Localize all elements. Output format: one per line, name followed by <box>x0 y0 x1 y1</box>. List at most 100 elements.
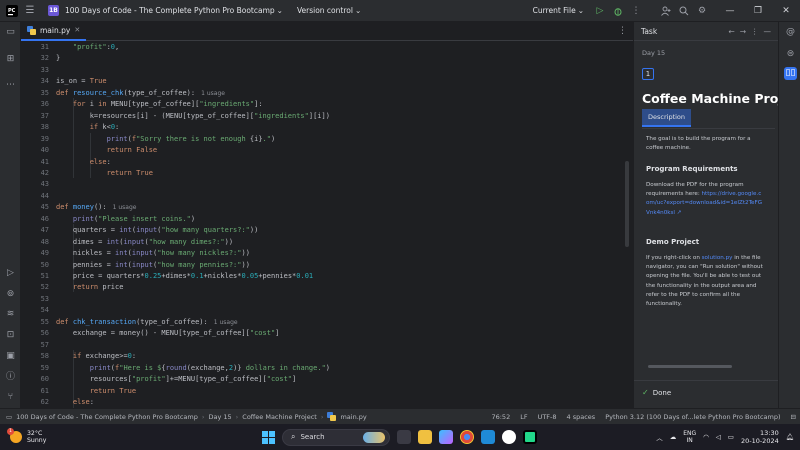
code-editor[interactable]: 31 32 33 34 35 36 37 38 39 40 41 42 43 44 45 46 47 48 49 50… <box>21 41 633 408</box>
more-tabs-icon[interactable]: ⋮ <box>618 26 627 36</box>
app-logo-icon[interactable]: PC <box>6 4 18 17</box>
indent-setting[interactable]: 4 spaces <box>567 413 596 421</box>
code-line[interactable]: nickles = int(input("how many nickles?:"… <box>56 248 250 259</box>
more-actions-icon[interactable]: ⋮ <box>628 3 644 19</box>
code-line[interactable]: dimes = int(input("how many dimes?:")) <box>56 237 233 248</box>
editor-scrollbar[interactable] <box>625 161 629 247</box>
step-indicator[interactable]: 1 <box>642 68 654 80</box>
code-line[interactable]: return price <box>56 282 124 293</box>
vscode-icon[interactable] <box>481 430 495 444</box>
terminal-icon[interactable]: ▣ <box>4 350 17 363</box>
line-number: 59 <box>40 363 49 372</box>
close-icon[interactable]: ✕ <box>772 0 800 22</box>
windows-start-icon[interactable] <box>262 430 275 444</box>
add-user-icon[interactable] <box>658 3 674 19</box>
panel-scrollbar[interactable] <box>648 365 732 368</box>
file-encoding[interactable]: UTF-8 <box>538 413 557 421</box>
taskbar-search[interactable]: ⌕ Search <box>282 428 390 446</box>
problems-icon[interactable]: ⓘ <box>4 371 17 384</box>
caret-position[interactable]: 76:52 <box>491 413 510 421</box>
code-line[interactable]: if k<0: <box>56 122 120 133</box>
clock[interactable]: 13:30 20-10-2024 <box>741 429 779 445</box>
breadcrumb-file[interactable]: main.py <box>340 413 366 421</box>
external-link-icon[interactable]: ↗ <box>677 210 682 216</box>
close-icon[interactable]: ✕ <box>74 26 80 34</box>
course-book-icon[interactable]: ▯▯ <box>784 67 797 80</box>
search-icon[interactable] <box>676 3 692 19</box>
code-line[interactable]: price = quarters*0.25+dimes*0.1+nickles*… <box>56 271 313 282</box>
code-line[interactable]: else: <box>56 397 94 408</box>
git-icon[interactable]: ⑂ <box>4 391 17 404</box>
code-line[interactable]: return False <box>56 145 158 156</box>
notifications-icon[interactable]: ⊜ <box>784 48 797 61</box>
breadcrumb-day[interactable]: Day 15 <box>208 413 231 421</box>
python-packages-icon[interactable]: ⊚ <box>4 288 17 301</box>
python-console-icon[interactable]: ⊡ <box>4 329 17 342</box>
task-view-icon[interactable] <box>397 430 411 444</box>
code-line[interactable]: print("Please insert coins.") <box>56 214 195 225</box>
breadcrumb-project[interactable]: 100 Days of Code - The Complete Python P… <box>16 413 198 421</box>
code-line[interactable]: } <box>56 53 60 64</box>
code-line[interactable]: print(f"Here is ${round(exchange,2)} dol… <box>56 363 330 374</box>
code-line[interactable]: resources["profit"]+=MENU[type_of_coffee… <box>56 374 297 385</box>
code-line[interactable]: print(f"Sorry there is not enough {i}.") <box>56 134 276 145</box>
tab-description[interactable]: Description <box>642 109 692 127</box>
language-indicator[interactable]: ENG IN <box>683 430 696 444</box>
lock-icon[interactable]: ⊟ <box>791 413 796 421</box>
volume-icon[interactable]: ◁ <box>716 433 721 441</box>
run-tool-icon[interactable]: ▷ <box>4 267 17 280</box>
minimize-panel-icon[interactable]: — <box>764 27 772 36</box>
breadcrumb-task[interactable]: Coffee Machine Project <box>242 413 317 421</box>
python-interpreter[interactable]: Python 3.12 (100 Days of...lete Python P… <box>605 413 780 421</box>
copilot-icon[interactable] <box>439 430 453 444</box>
arrow-right-icon[interactable]: → <box>740 27 746 36</box>
chrome-icon[interactable] <box>460 430 474 444</box>
code-line[interactable]: quarters = int(input("how many quarters?… <box>56 225 259 236</box>
code-line[interactable]: is_on = True <box>56 76 107 87</box>
structure-icon[interactable]: ⊞ <box>4 53 17 66</box>
code-line[interactable]: def money(): 1 usage <box>56 202 136 213</box>
cloud-icon[interactable]: ☁ <box>670 433 677 441</box>
restore-icon[interactable]: ❐ <box>744 0 772 22</box>
version-control-menu[interactable]: Version control ⌄ <box>297 6 361 15</box>
solution-link[interactable]: solution.py <box>702 255 733 261</box>
code-line[interactable]: return True <box>56 168 153 179</box>
pycharm-icon[interactable] <box>502 430 516 444</box>
debug-icon[interactable] <box>610 3 626 19</box>
main-menu-icon[interactable]: ☰ <box>24 5 36 17</box>
pycharm-active-icon[interactable] <box>523 430 537 444</box>
wifi-icon[interactable]: ◠ <box>703 433 709 441</box>
project-folder-icon[interactable]: ▭ <box>4 26 17 39</box>
code-line[interactable]: def chk_transaction(type_of_coffee): 1 us… <box>56 317 238 328</box>
line-number: 60 <box>40 375 49 384</box>
more-options-icon[interactable]: ⋮ <box>751 27 759 36</box>
code-line[interactable]: return True <box>56 386 136 397</box>
minimize-icon[interactable]: — <box>716 0 744 22</box>
code-line[interactable]: exchange = money() - MENU[type_of_coffee… <box>56 328 280 339</box>
layers-icon[interactable]: ≋ <box>4 308 17 321</box>
battery-icon[interactable]: ▭ <box>728 433 734 441</box>
line-separator[interactable]: LF <box>520 413 527 421</box>
code-line[interactable]: if exchange>=0: <box>56 351 136 362</box>
run-config-selector[interactable]: Current File ⌄ <box>533 6 584 15</box>
project-selector[interactable]: 100 Days of Code - The Complete Python P… <box>65 6 283 15</box>
more-tools-icon[interactable]: ⋯ <box>4 79 17 92</box>
python-file-icon <box>327 412 337 421</box>
code-line[interactable]: "profit":0, <box>56 42 119 53</box>
code-line[interactable]: k=resources[i] - (MENU[type_of_coffee]["… <box>56 111 330 122</box>
weather-widget[interactable]: 1 32°C Sunny <box>0 428 150 445</box>
code-area[interactable]: "profit":0,} is_on = True def resource_chk… <box>56 41 625 408</box>
windows-taskbar: 1 32°C Sunny ⌕ Search ︿ ☁ ENG IN ◠ ◁ ▭ 1… <box>0 424 800 450</box>
code-line[interactable]: pennies = int(input("how many pennies?:"… <box>56 260 250 271</box>
notification-bell-icon[interactable]: 🔔︎ <box>786 433 794 441</box>
run-icon[interactable]: ▷ <box>592 3 608 19</box>
tab-main-py[interactable]: main.py ✕ <box>21 22 87 41</box>
settings-gear-icon[interactable]: ⚙ <box>694 3 710 19</box>
file-explorer-icon[interactable] <box>418 430 432 444</box>
arrow-left-icon[interactable]: ← <box>728 27 734 36</box>
chevron-up-icon[interactable]: ︿ <box>656 432 663 442</box>
code-line[interactable]: for i in MENU[type_of_coffee]["ingredien… <box>56 99 263 110</box>
code-line[interactable]: else: <box>56 157 111 168</box>
ai-assistant-icon[interactable]: @ <box>784 26 797 39</box>
code-line[interactable]: def resource_chk(type_of_coffee): 1 usage <box>56 88 225 99</box>
